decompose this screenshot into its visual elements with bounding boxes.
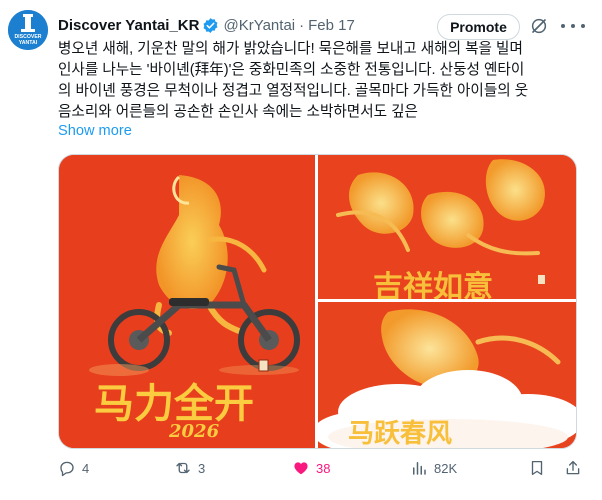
repost-count: 3 bbox=[198, 460, 206, 476]
promote-button[interactable]: Promote bbox=[437, 14, 520, 40]
reply-button[interactable]: 4 bbox=[58, 456, 89, 480]
tweet-text-line: 의 바이녠 풍경은 무척이나 정겹고 열정적입니다. 골목마다 가득한 아이들의… bbox=[58, 83, 529, 99]
verified-badge-icon[interactable] bbox=[202, 17, 219, 34]
media-image-1[interactable]: 马力全开 2026 bbox=[59, 155, 315, 448]
tweet-text-line: 병오년 새해, 기운찬 말의 해가 밝았습니다! 묵은해를 보내고 새해의 복을… bbox=[58, 41, 523, 57]
avatar-logo-icon: DISCOVER YANTAI bbox=[8, 10, 48, 50]
action-bar: 4 3 38 82K bbox=[58, 456, 588, 480]
views-count: 82K bbox=[434, 460, 458, 476]
calligraphy-year: 2026 bbox=[168, 421, 220, 442]
calligraphy-blessing: 马跃春风 bbox=[348, 419, 452, 448]
tweet-header: Discover Yantai_KR @KrYantai · Feb 17 bbox=[58, 14, 355, 36]
grok-icon[interactable] bbox=[530, 17, 548, 35]
calligraphy-title: 马力全开 bbox=[94, 380, 254, 427]
tweet-text-line: 음소리와 어른들의 공손한 손인사 속에는 소박하면서도 깊은 bbox=[58, 104, 418, 120]
like-button[interactable]: 38 bbox=[292, 456, 330, 480]
share-button[interactable] bbox=[564, 456, 582, 480]
avatar-text-bottom: YANTAI bbox=[19, 40, 38, 46]
author-name[interactable]: Discover Yantai_KR bbox=[58, 17, 199, 34]
reply-count: 4 bbox=[82, 460, 90, 476]
avatar[interactable]: DISCOVER YANTAI bbox=[8, 10, 48, 50]
show-more-link[interactable]: Show more bbox=[58, 123, 132, 139]
heart-icon bbox=[294, 462, 308, 475]
media-grid: 马力全开 2026 吉祥如意 马跃春风 bbox=[58, 154, 577, 449]
repost-button[interactable]: 3 bbox=[174, 456, 205, 480]
horse-clouds-illustration: 马跃春风 bbox=[318, 302, 576, 448]
share-icon bbox=[566, 460, 580, 475]
golden-horses-illustration: 吉祥如意 bbox=[318, 155, 576, 299]
reply-icon bbox=[60, 461, 74, 477]
horse-scooter-illustration: 马力全开 2026 bbox=[59, 155, 315, 448]
like-count: 38 bbox=[316, 460, 331, 476]
tweet-text-line: 인사를 나누는 '바이녠(拜年)'은 중화민족의 소중한 전통입니다. 산둥성 … bbox=[58, 62, 525, 78]
more-options-icon[interactable] bbox=[561, 17, 585, 35]
media-image-2[interactable]: 吉祥如意 bbox=[318, 155, 576, 299]
calligraphy-greeting: 吉祥如意 bbox=[373, 270, 493, 299]
media-image-3[interactable]: 马跃春风 bbox=[318, 302, 576, 448]
repost-icon bbox=[176, 462, 190, 474]
post-date[interactable]: Feb 17 bbox=[308, 17, 355, 34]
tweet-text: 병오년 새해, 기운찬 말의 해가 밝았습니다! 묵은해를 보내고 새해의 복을… bbox=[58, 39, 593, 123]
analytics-icon bbox=[413, 462, 426, 475]
bookmark-icon bbox=[531, 460, 543, 476]
bookmark-button[interactable] bbox=[528, 456, 546, 480]
author-handle[interactable]: @KrYantai bbox=[223, 17, 295, 34]
views-button[interactable]: 82K bbox=[410, 456, 457, 480]
header-separator: · bbox=[299, 16, 305, 34]
tweet-card[interactable]: DISCOVER YANTAI Discover Yantai_KR @KrYa… bbox=[0, 0, 602, 500]
